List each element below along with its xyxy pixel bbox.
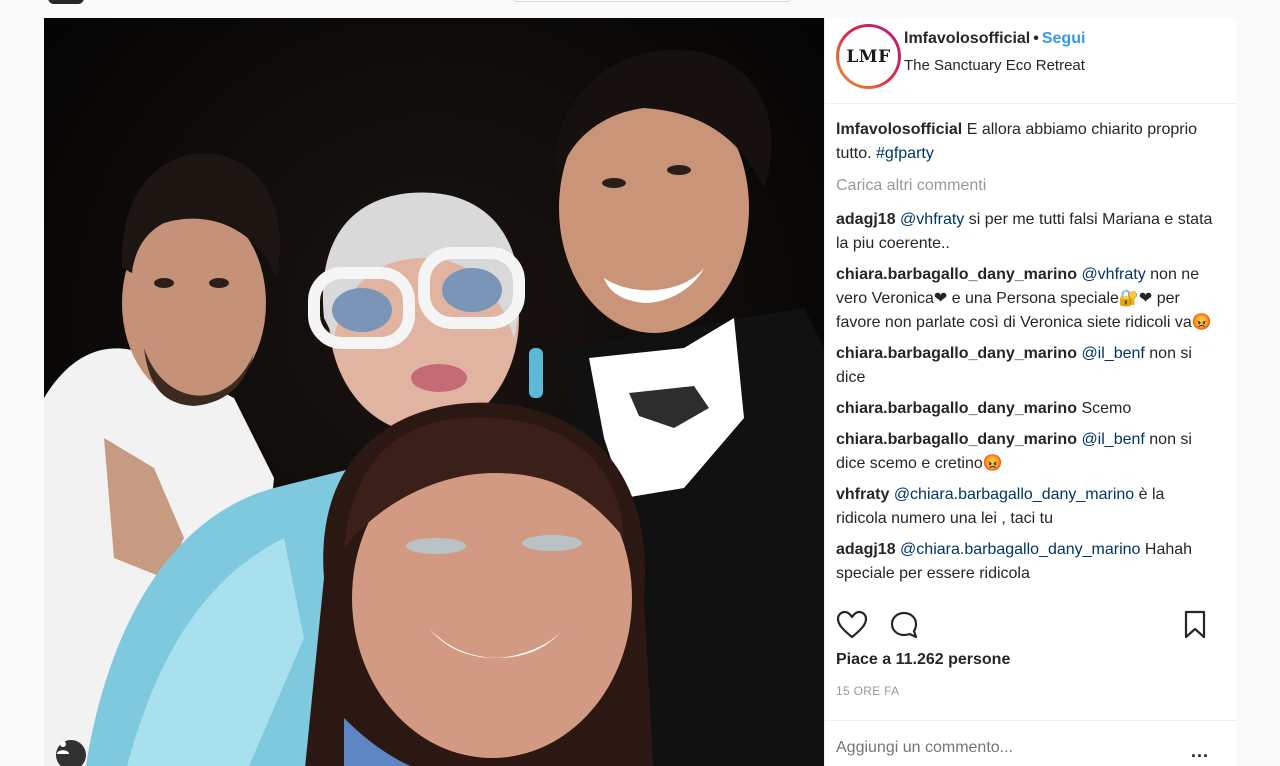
avatar[interactable]: LMF [836,24,901,89]
header-username-row: lmfavolosofficial • Segui [904,30,1085,48]
list-item: chiara.barbagallo_dany_marino @il_benf n… [836,342,1216,390]
avatar-logo: LMF [839,27,898,86]
person-icon [57,741,69,754]
comment-username[interactable]: chiara.barbagallo_dany_marino [836,400,1077,417]
list-item: chiara.barbagallo_dany_marino @vhfraty n… [836,263,1216,335]
comments-list[interactable]: lmfavolosofficial E allora abbiamo chiar… [836,118,1216,602]
comment-mention[interactable]: @chiara.barbagallo_dany_marino [894,486,1134,503]
comment-username[interactable]: adagj18 [836,541,896,558]
user-tag-button[interactable] [56,740,86,766]
bookmark-icon[interactable] [1183,610,1207,640]
list-item: chiara.barbagallo_dany_marino @il_benf n… [836,428,1216,476]
caption-username[interactable]: lmfavolosofficial [836,121,962,138]
post-timestamp[interactable]: 15 ORE FA [836,684,899,698]
post-photo[interactable] [44,18,824,766]
list-item: vhfraty @chiara.barbagallo_dany_marino è… [836,483,1216,531]
follow-button[interactable]: Segui [1042,30,1086,47]
list-item: adagj18 @chiara.barbagallo_dany_marino H… [836,538,1216,586]
separator-dot: • [1033,30,1039,47]
post-header: LMF lmfavolosofficial • Segui The Sanctuar… [825,18,1237,104]
add-comment-section: ... [825,720,1237,766]
app-logo-icon[interactable] [48,0,84,4]
caption: lmfavolosofficial E allora abbiamo chiar… [836,118,1216,166]
location-link[interactable]: The Sanctuary Eco Retreat [904,57,1085,74]
page-header-strip [0,0,1280,18]
comment-mention[interactable]: @il_benf [1081,345,1144,362]
post-side-panel: LMF lmfavolosofficial • Segui The Sanctuar… [824,18,1237,766]
selfie-photo-illustration [44,18,824,766]
comment-username[interactable]: chiara.barbagallo_dany_marino [836,431,1077,448]
heart-icon[interactable] [836,610,868,640]
comment-mention[interactable]: @chiara.barbagallo_dany_marino [900,541,1140,558]
comment-username[interactable]: adagj18 [836,211,896,228]
comment-mention[interactable]: @vhfraty [1081,266,1145,283]
list-item: chiara.barbagallo_dany_marino Scemo [836,397,1216,421]
list-item: adagj18 @vhfraty si per me tutti falsi M… [836,208,1216,256]
search-input[interactable] [513,0,791,2]
post-modal: LMF lmfavolosofficial • Segui The Sanctuar… [44,18,1237,766]
comment-username[interactable]: vhfraty [836,486,889,503]
header-username[interactable]: lmfavolosofficial [904,30,1030,47]
comment-icon[interactable] [889,610,919,640]
comment-username[interactable]: chiara.barbagallo_dany_marino [836,345,1077,362]
comment-username[interactable]: chiara.barbagallo_dany_marino [836,266,1077,283]
likes-count[interactable]: Piace a 11.262 persone [836,651,1010,669]
comment-mention[interactable]: @vhfraty [900,211,964,228]
caption-hashtag[interactable]: #gfparty [876,145,934,162]
comment-mention[interactable]: @il_benf [1081,431,1144,448]
more-options-button[interactable]: ... [1191,741,1209,762]
load-more-comments-link[interactable]: Carica altri commenti [836,174,1216,198]
comment-text: Scemo [1081,400,1132,417]
action-bar [825,604,1237,644]
comment-input[interactable] [836,739,1176,757]
